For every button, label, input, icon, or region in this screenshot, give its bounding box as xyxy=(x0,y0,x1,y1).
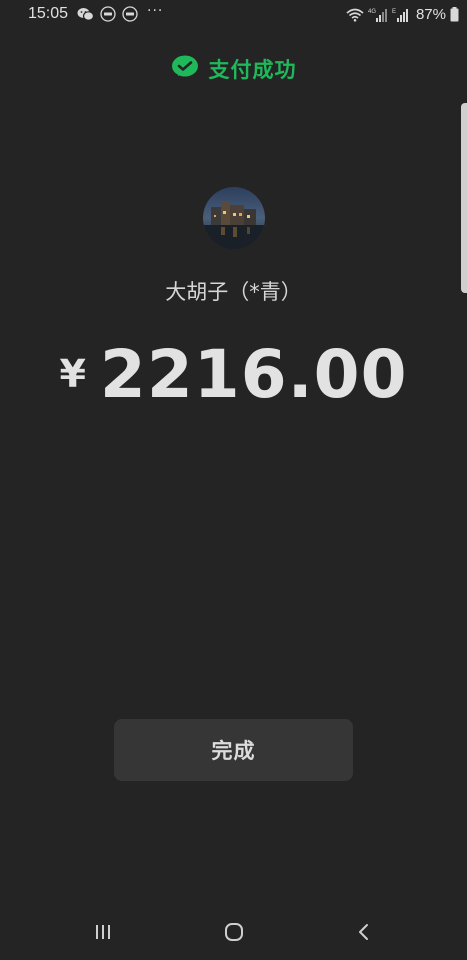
home-icon xyxy=(224,922,244,945)
system-nav-bar xyxy=(0,906,467,960)
more-notifications-icon: ··· xyxy=(147,3,164,19)
wechat-icon xyxy=(77,7,94,21)
status-bar: 15:05 ··· 4G E 87% xyxy=(0,0,467,30)
network-label-e: E xyxy=(392,9,396,15)
back-icon xyxy=(356,922,372,945)
idm-icon xyxy=(100,6,116,22)
recent-apps-button[interactable] xyxy=(83,918,123,948)
network-label-4g: 4G xyxy=(368,9,376,15)
status-system-icons: 4G E 87% xyxy=(346,6,459,23)
payee-avatar xyxy=(203,187,265,249)
battery-icon xyxy=(450,7,459,22)
status-notification-icons xyxy=(77,6,138,22)
wechat-pay-check-icon xyxy=(171,55,199,83)
success-title: 支付成功 xyxy=(208,58,297,82)
e-signal-icon: E xyxy=(392,7,410,23)
recent-apps-icon xyxy=(93,923,113,944)
edge-panel-handle[interactable] xyxy=(461,103,467,293)
currency-symbol: ¥ xyxy=(59,352,86,396)
wifi-icon xyxy=(346,8,364,22)
battery-percent: 87% xyxy=(415,6,446,23)
amount-value: 2216.00 xyxy=(99,336,408,413)
idm-icon xyxy=(122,6,138,22)
done-button[interactable]: 完成 xyxy=(114,719,353,781)
back-button[interactable] xyxy=(344,918,384,948)
4g-signal-icon: 4G xyxy=(368,7,388,23)
payment-amount: ¥ 2216.00 xyxy=(0,336,467,413)
payee-name: 大胡子（*青） xyxy=(165,280,302,304)
home-button[interactable] xyxy=(214,918,254,948)
payment-success-header: 支付成功 xyxy=(0,54,467,84)
status-time: 15:05 xyxy=(28,5,69,22)
